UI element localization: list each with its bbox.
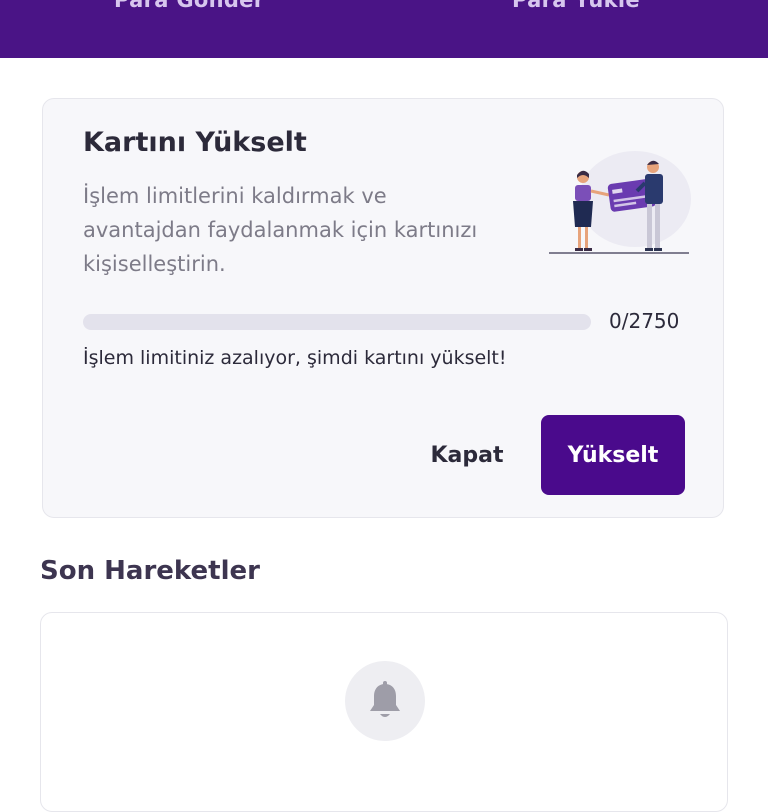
- bell-icon-container: [345, 661, 425, 741]
- limit-progress-bar: [83, 314, 591, 330]
- bell-icon: [370, 681, 400, 717]
- send-money-button[interactable]: Para Gönder: [114, 0, 264, 12]
- recent-transactions-card: [40, 612, 728, 812]
- card-upgrade-illustration: [549, 151, 691, 254]
- load-money-button[interactable]: Para Yükle: [512, 0, 640, 12]
- card-description: İşlem limitlerini kaldırmak ve avantajda…: [83, 184, 478, 276]
- limit-progress-text: 0/2750: [609, 309, 680, 333]
- close-button[interactable]: Kapat: [413, 415, 521, 495]
- recent-transactions-title: Son Hareketler: [40, 556, 260, 586]
- upgrade-button[interactable]: Yükselt: [541, 415, 685, 495]
- top-action-bar: Para Gönder Para Yükle: [0, 0, 768, 58]
- limit-warning-text: İşlem limitiniz azalıyor, şimdi kartını …: [83, 347, 507, 369]
- upgrade-card: Kartını Yükselt İşlem limitlerini kaldır…: [42, 98, 724, 518]
- card-title: Kartını Yükselt: [83, 127, 307, 158]
